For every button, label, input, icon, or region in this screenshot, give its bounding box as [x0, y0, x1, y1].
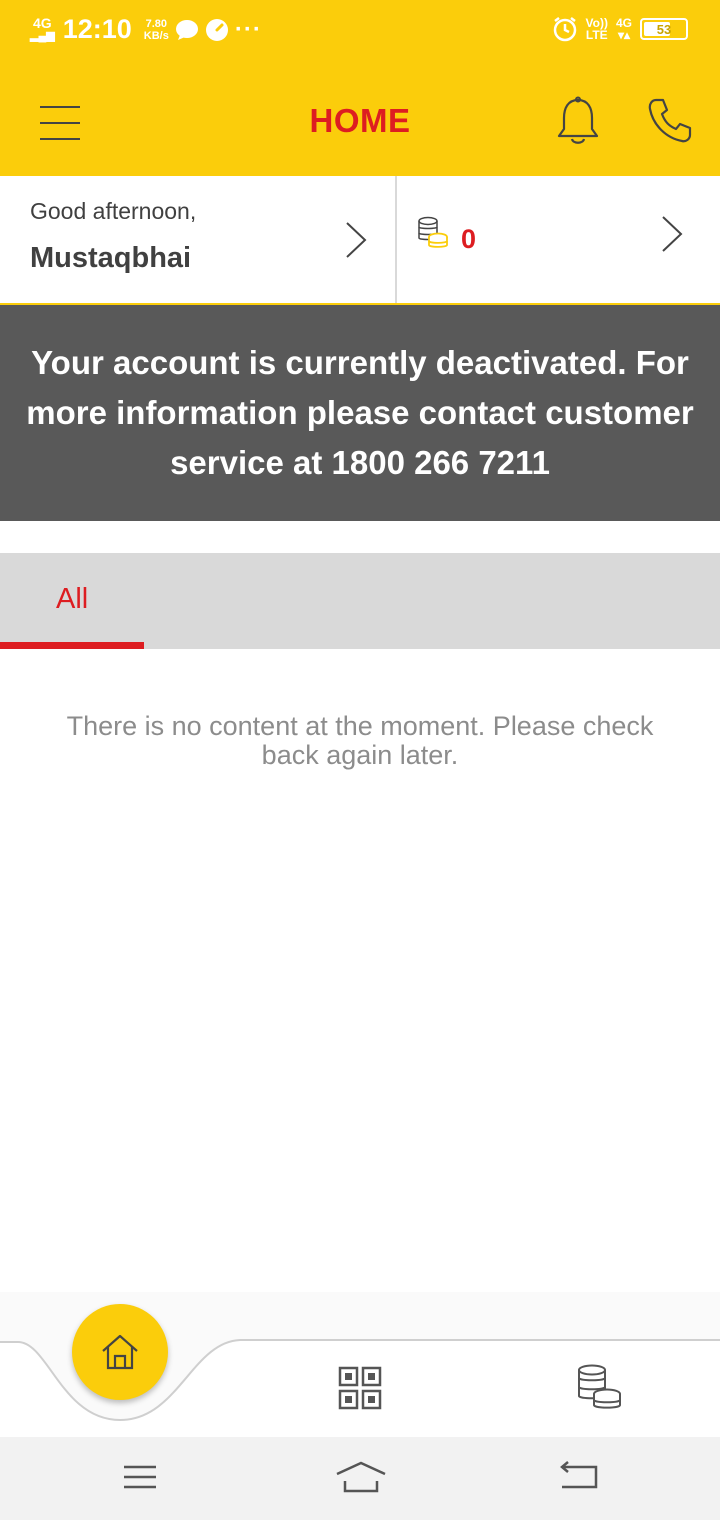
user-name: Mustaqbhai — [30, 242, 192, 274]
page-title: HOME — [309, 102, 411, 139]
profile-card[interactable]: Good afternoon, Mustaqbhai — [0, 176, 397, 303]
rewards-coins-icon — [578, 1364, 621, 1409]
battery-level: 53 — [656, 21, 672, 37]
tab-all[interactable]: All — [0, 553, 144, 649]
bell-icon — [557, 96, 599, 144]
back-arrow-icon — [560, 1461, 598, 1489]
network-type: 4G — [33, 14, 52, 31]
alarm-icon — [553, 17, 576, 42]
system-menu-button[interactable] — [122, 1457, 158, 1497]
notifications-button[interactable] — [556, 96, 600, 146]
system-navigation-bar — [0, 1437, 720, 1520]
data-indicator: 4G ▾▴ — [615, 16, 632, 42]
signal-indicator: 4G ▂▄▆ — [30, 14, 55, 43]
account-summary-row: Good afternoon, Mustaqbhai 0 — [0, 176, 720, 305]
bottom-navigation — [0, 1292, 720, 1437]
system-back-button[interactable] — [558, 1461, 600, 1493]
data-arrows-icon: ▾▴ — [617, 28, 631, 42]
qr-code-icon — [338, 1366, 382, 1410]
points-card[interactable]: 0 — [397, 176, 720, 303]
system-home-icon — [336, 1461, 386, 1493]
greeting-label: Good afternoon, — [30, 198, 197, 224]
content-tabs: All — [0, 553, 720, 649]
phone-icon — [648, 98, 692, 143]
battery-icon: 53 — [640, 18, 688, 40]
points-balance: 0 — [461, 224, 477, 254]
network-speed: 7.80 KB/s — [143, 17, 169, 42]
chat-notification-icon — [175, 19, 198, 40]
tab-active-indicator — [0, 642, 144, 649]
home-nav-button[interactable] — [72, 1304, 168, 1400]
clock: 12:10 — [62, 14, 132, 44]
more-notifications-icon: ··· — [234, 15, 262, 43]
tab-label: All — [56, 583, 89, 615]
home-icon — [102, 1334, 138, 1370]
empty-state-message: There is no content at the moment. Pleas… — [66, 711, 654, 770]
signal-bars-icon: ▂▄▆ — [30, 29, 55, 42]
speed-gauge-icon — [205, 18, 228, 41]
banner-message: Your account is currently deactivated. F… — [26, 344, 694, 481]
call-button[interactable] — [646, 96, 694, 144]
system-home-button[interactable] — [334, 1459, 388, 1495]
app-header: HOME — [0, 66, 720, 176]
rewards-nav-button[interactable] — [574, 1364, 624, 1412]
qr-scan-nav-button[interactable] — [338, 1366, 382, 1410]
chevron-right-icon — [346, 222, 367, 258]
chevron-right-icon — [662, 216, 683, 252]
coins-icon — [418, 216, 448, 248]
status-bar: 4G ▂▄▆ 12:10 7.80 KB/s ··· Vo)) LTE 4G ▾… — [0, 0, 720, 66]
account-deactivated-banner: Your account is currently deactivated. F… — [0, 305, 720, 521]
recent-apps-icon — [124, 1465, 156, 1489]
volte-indicator: Vo)) LTE — [585, 16, 608, 42]
